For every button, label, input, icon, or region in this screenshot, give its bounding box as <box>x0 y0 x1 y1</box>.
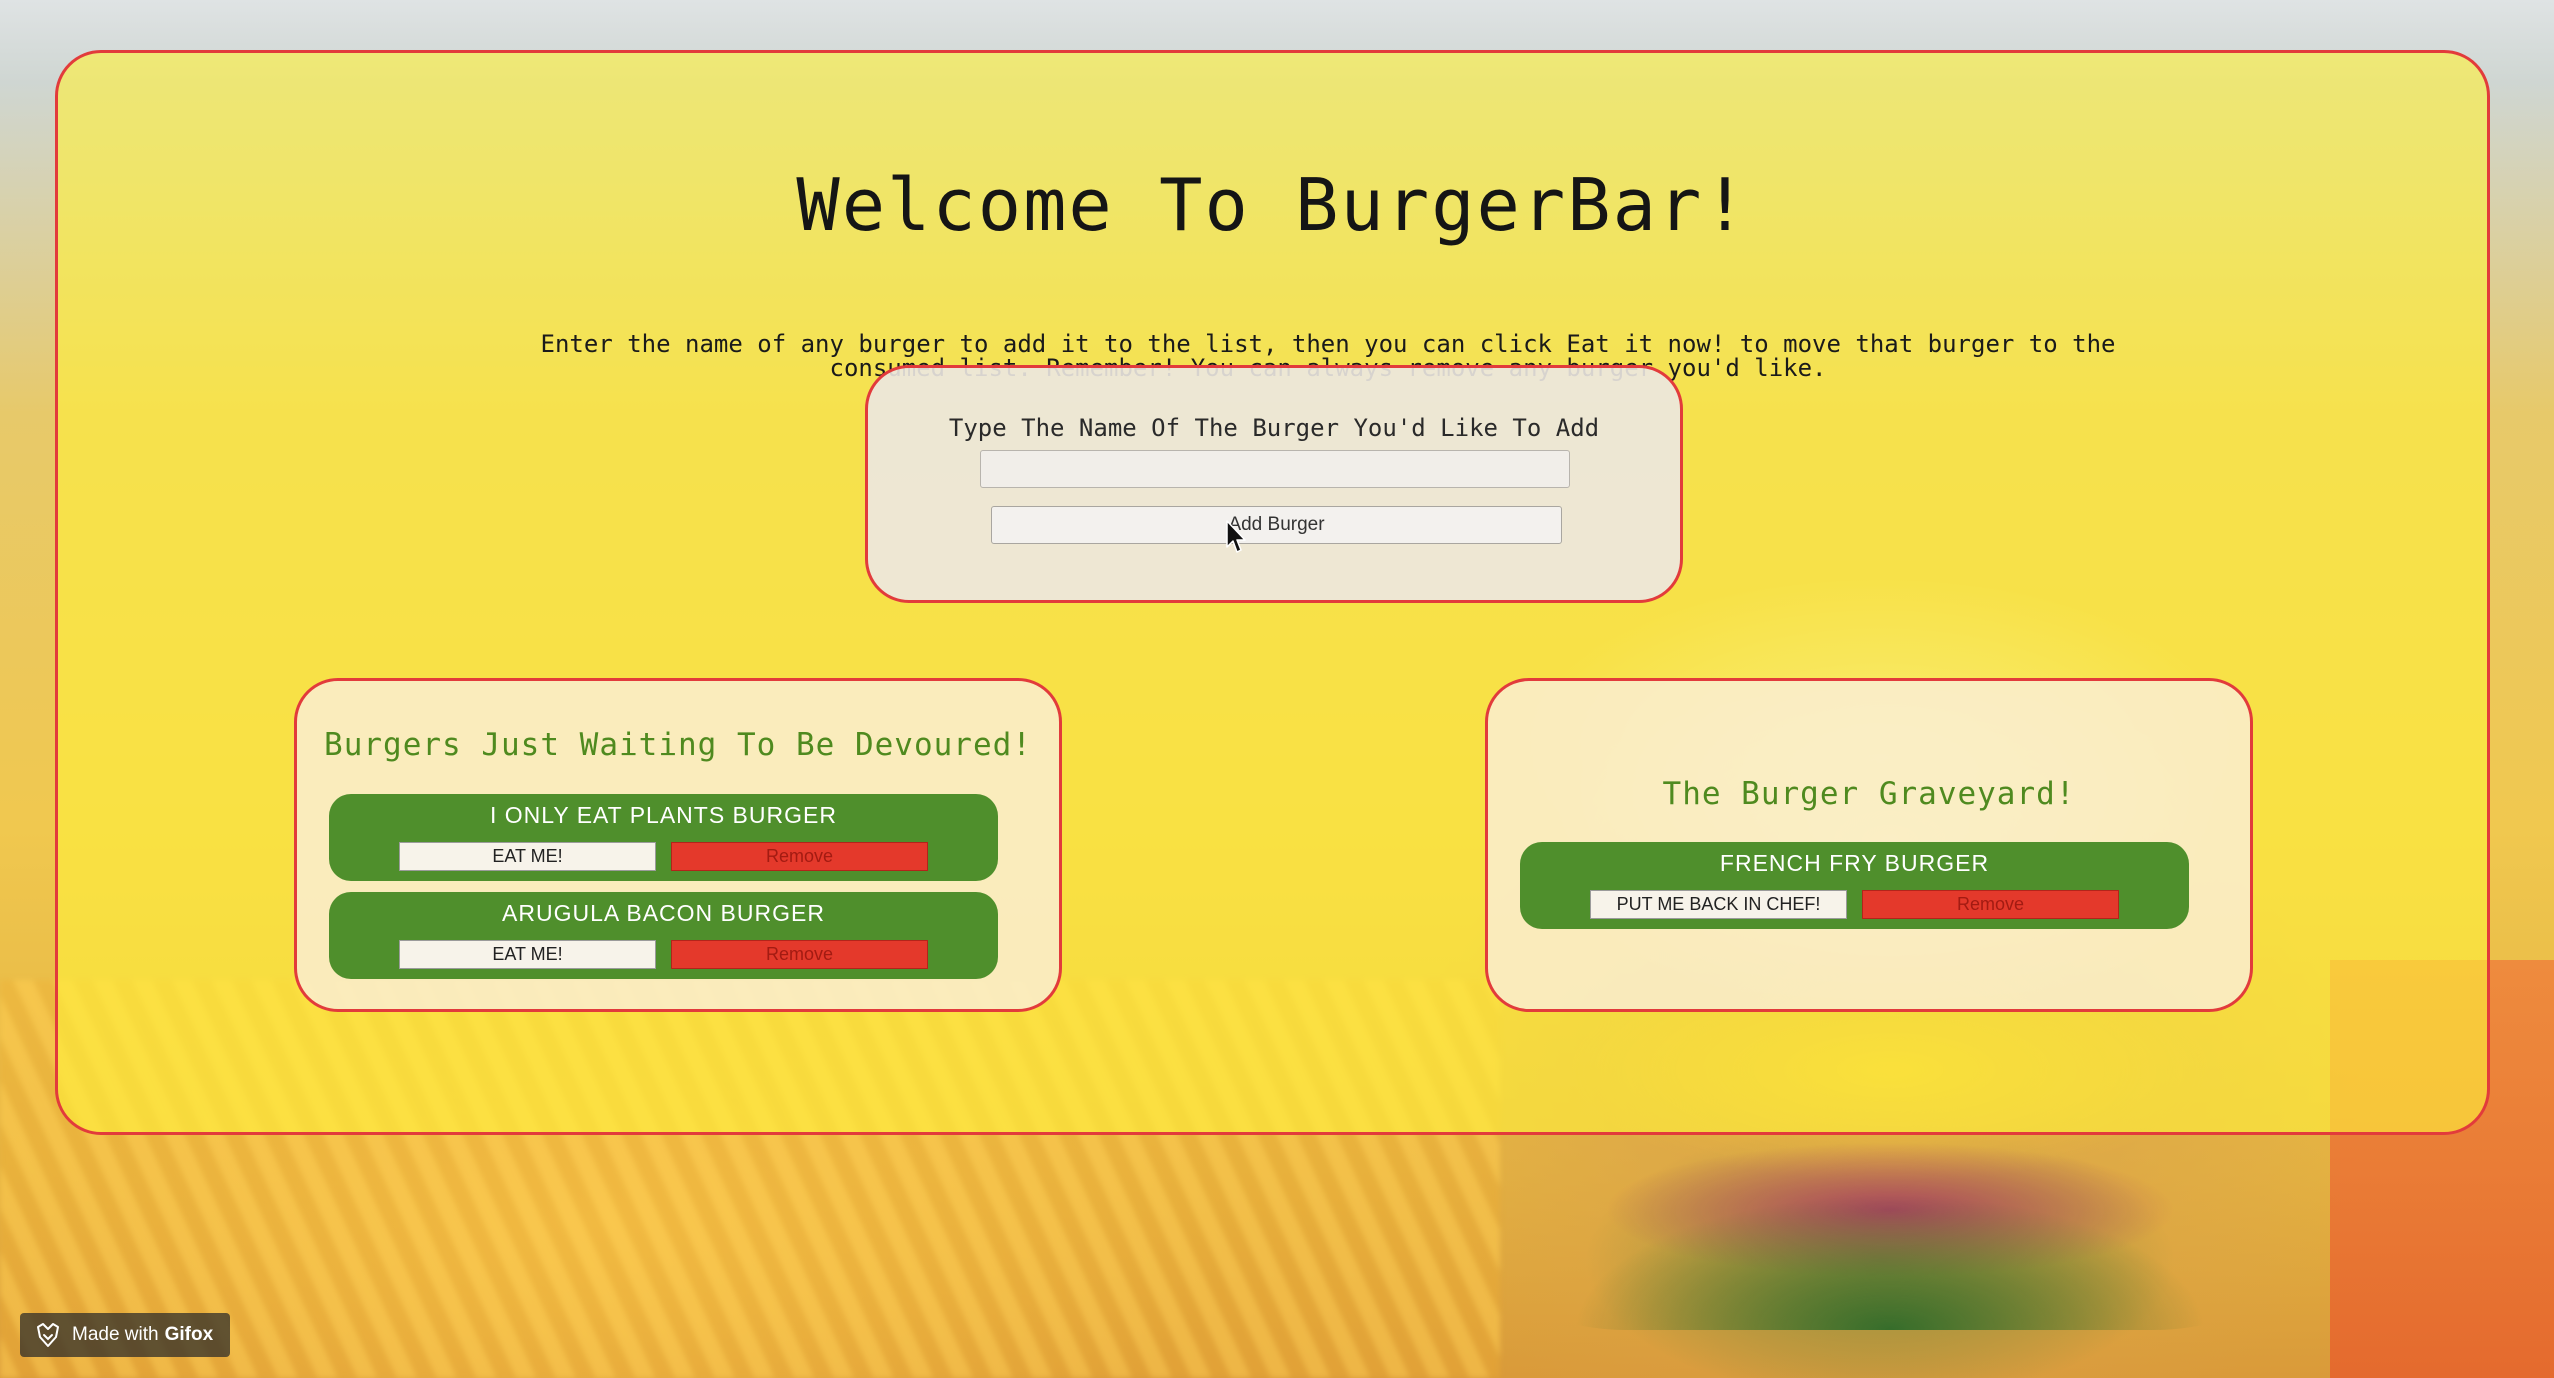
burger-name: FRENCH FRY BURGER <box>1719 850 1990 876</box>
eat-button[interactable]: EAT ME! <box>399 842 656 871</box>
remove-button[interactable]: Remove <box>671 842 928 871</box>
put-back-button[interactable]: PUT ME BACK IN CHEF! <box>1590 890 1847 919</box>
burger-name: I ONLY EAT PLANTS BURGER <box>490 802 837 828</box>
graveyard-burger-item: FRENCH FRY BURGER PUT ME BACK IN CHEF! R… <box>1520 842 2189 929</box>
graveyard-list-title: The Burger Graveyard! <box>1662 776 2076 812</box>
add-burger-button[interactable]: Add Burger <box>991 506 1562 544</box>
remove-button[interactable]: Remove <box>1862 890 2119 919</box>
waiting-burgers-card: Burgers Just Waiting To Be Devoured! I O… <box>294 678 1062 1012</box>
page-title: Welcome To BurgerBar! <box>796 163 1749 247</box>
burger-name-input[interactable] <box>980 450 1570 488</box>
burger-name: ARUGULA BACON BURGER <box>502 900 825 926</box>
badge-brand: Gifox <box>164 1324 214 1345</box>
waiting-list-title: Burgers Just Waiting To Be Devoured! <box>324 727 1032 763</box>
waiting-burger-item: ARUGULA BACON BURGER EAT ME! Remove <box>329 892 998 979</box>
mouse-pointer-icon <box>1226 520 1246 553</box>
made-with-gifox-badge[interactable]: Made with Gifox <box>20 1313 230 1357</box>
add-burger-label: Type The Name Of The Burger You'd Like T… <box>948 414 1600 442</box>
burger-graveyard-card: The Burger Graveyard! FRENCH FRY BURGER … <box>1485 678 2253 1012</box>
remove-button[interactable]: Remove <box>671 940 928 969</box>
add-burger-card: Type The Name Of The Burger You'd Like T… <box>865 365 1683 603</box>
eat-button[interactable]: EAT ME! <box>399 940 656 969</box>
badge-prefix: Made with <box>72 1324 159 1345</box>
waiting-burger-item: I ONLY EAT PLANTS BURGER EAT ME! Remove <box>329 794 998 881</box>
gifox-logo-icon <box>37 1323 59 1347</box>
